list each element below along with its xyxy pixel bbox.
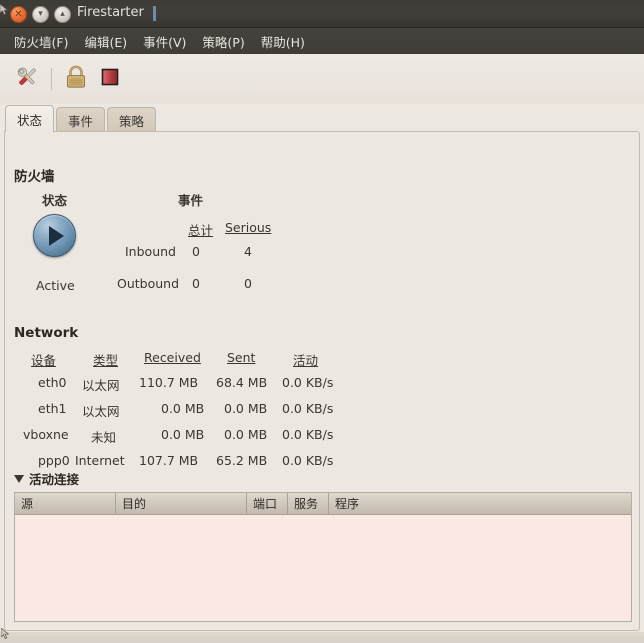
active-connections-label: 活动连接 bbox=[29, 472, 80, 487]
toolbar-separator bbox=[51, 68, 52, 90]
events-col-serious[interactable]: Serious bbox=[225, 220, 271, 235]
window-bottom-frame bbox=[0, 632, 644, 636]
connections-col-port[interactable]: 端口 bbox=[247, 493, 288, 514]
firewall-status-value: Active bbox=[36, 278, 75, 293]
mouse-cursor-icon-bottom bbox=[0, 624, 10, 639]
network-section-title: Network bbox=[14, 325, 79, 341]
network-row-sent: 65.2 MB bbox=[216, 453, 268, 468]
stop-firewall-button[interactable] bbox=[93, 62, 127, 96]
menu-item-policy[interactable]: 策略(P) bbox=[194, 29, 252, 54]
network-row-sent: 0.0 MB bbox=[224, 401, 268, 416]
preferences-tools-icon bbox=[13, 63, 41, 95]
firestarter-window: ✕ ▾ ▴ Firestarter 防火墙(F) 编辑(E) 事件(V) 策略(… bbox=[0, 0, 644, 639]
connections-table-body[interactable] bbox=[15, 515, 631, 621]
network-row-activity: 0.0 KB/s bbox=[282, 375, 334, 390]
events-col-total[interactable]: 总计 bbox=[188, 220, 213, 239]
network-row-activity: 0.0 KB/s bbox=[282, 427, 334, 442]
events-row-outbound-label: Outbound bbox=[117, 276, 180, 291]
tab-events-label: 事件 bbox=[68, 113, 94, 129]
tab-policy[interactable]: 策略 bbox=[107, 107, 157, 132]
network-row-sent: 0.0 MB bbox=[224, 427, 268, 442]
network-row-received: 107.7 MB bbox=[139, 453, 199, 468]
network-row-received: 0.0 MB bbox=[161, 427, 205, 442]
notebook: 状态 事件 策略 防火墙 状态 事件 Active 总计 Serious Inb bbox=[0, 104, 644, 636]
menu-bar: 防火墙(F) 编辑(E) 事件(V) 策略(P) 帮助(H) bbox=[0, 28, 644, 54]
window-title: Firestarter bbox=[77, 5, 144, 20]
events-row-inbound-serious: 4 bbox=[244, 244, 252, 259]
network-col-activity[interactable]: 活动 bbox=[293, 350, 318, 369]
network-row-type: 未知 bbox=[91, 430, 117, 445]
mouse-cursor-icon bbox=[0, 0, 9, 15]
tab-policy-label: 策略 bbox=[119, 113, 145, 129]
events-row-inbound-total: 0 bbox=[192, 244, 200, 259]
connections-col-dest[interactable]: 目的 bbox=[116, 493, 247, 514]
menu-item-firewall[interactable]: 防火墙(F) bbox=[6, 29, 76, 54]
close-icon[interactable]: ✕ bbox=[10, 6, 27, 23]
menu-item-events[interactable]: 事件(V) bbox=[135, 29, 194, 54]
network-row-type: 以太网 bbox=[82, 404, 120, 419]
connections-col-source[interactable]: 源 bbox=[15, 493, 116, 514]
firewall-status-header: 状态 bbox=[42, 193, 68, 208]
toolbar bbox=[0, 54, 644, 104]
connections-treeview[interactable]: 源 目的 端口 服务 程序 bbox=[14, 492, 632, 622]
events-row-inbound-label: Inbound bbox=[125, 244, 176, 259]
tab-status[interactable]: 状态 bbox=[5, 105, 55, 132]
network-row-device: eth0 bbox=[38, 375, 67, 390]
tab-content-status: 防火墙 状态 事件 Active 总计 Serious Inbound 0 4 … bbox=[4, 131, 640, 631]
network-row-activity: 0.0 KB/s bbox=[282, 401, 334, 416]
maximize-glyph: ▴ bbox=[60, 9, 65, 19]
network-col-sent[interactable]: Sent bbox=[227, 350, 255, 365]
tab-status-label: 状态 bbox=[17, 112, 43, 128]
menu-item-edit[interactable]: 编辑(E) bbox=[76, 29, 135, 54]
window-controls: ✕ ▾ ▴ bbox=[10, 6, 71, 23]
minimize-icon[interactable]: ▾ bbox=[32, 6, 49, 23]
title-caret-artifact bbox=[153, 6, 156, 21]
firewall-events-header: 事件 bbox=[178, 193, 204, 208]
network-col-type[interactable]: 类型 bbox=[93, 350, 118, 369]
network-row-device: eth1 bbox=[38, 401, 67, 416]
lock-firewall-button[interactable] bbox=[59, 62, 93, 96]
network-col-device[interactable]: 设备 bbox=[31, 350, 56, 369]
menu-item-help[interactable]: 帮助(H) bbox=[253, 29, 313, 54]
network-row-activity: 0.0 KB/s bbox=[282, 453, 334, 468]
chevron-down-icon bbox=[14, 474, 24, 483]
network-col-received[interactable]: Received bbox=[144, 350, 201, 365]
play-circle-icon[interactable] bbox=[33, 214, 76, 257]
network-row-device: ppp0 bbox=[38, 453, 70, 468]
play-triangle bbox=[49, 226, 64, 246]
connections-col-service[interactable]: 服务 bbox=[288, 493, 329, 514]
preferences-button[interactable] bbox=[10, 62, 44, 96]
stop-square-icon bbox=[100, 67, 120, 91]
tab-events[interactable]: 事件 bbox=[56, 107, 106, 132]
network-row-sent: 68.4 MB bbox=[216, 375, 268, 390]
network-row-type: 以太网 bbox=[82, 378, 120, 393]
network-row-received: 110.7 MB bbox=[139, 375, 199, 390]
lock-icon bbox=[63, 63, 89, 95]
close-glyph: ✕ bbox=[14, 8, 23, 20]
events-row-outbound-serious: 0 bbox=[244, 276, 252, 291]
minimize-glyph: ▾ bbox=[38, 9, 43, 19]
network-row-device: vboxne bbox=[23, 427, 69, 442]
events-row-outbound-total: 0 bbox=[192, 276, 200, 291]
network-row-received: 0.0 MB bbox=[161, 401, 205, 416]
connections-table-header: 源 目的 端口 服务 程序 bbox=[15, 493, 631, 515]
tab-strip: 状态 事件 策略 bbox=[0, 104, 158, 132]
firewall-section-title: 防火墙 bbox=[14, 169, 55, 185]
maximize-icon[interactable]: ▴ bbox=[54, 6, 71, 23]
active-connections-expander[interactable]: 活动连接 bbox=[14, 469, 79, 488]
network-row-type: Internet bbox=[75, 453, 125, 468]
title-bar: ✕ ▾ ▴ Firestarter bbox=[0, 0, 644, 28]
connections-col-program[interactable]: 程序 bbox=[329, 493, 631, 514]
